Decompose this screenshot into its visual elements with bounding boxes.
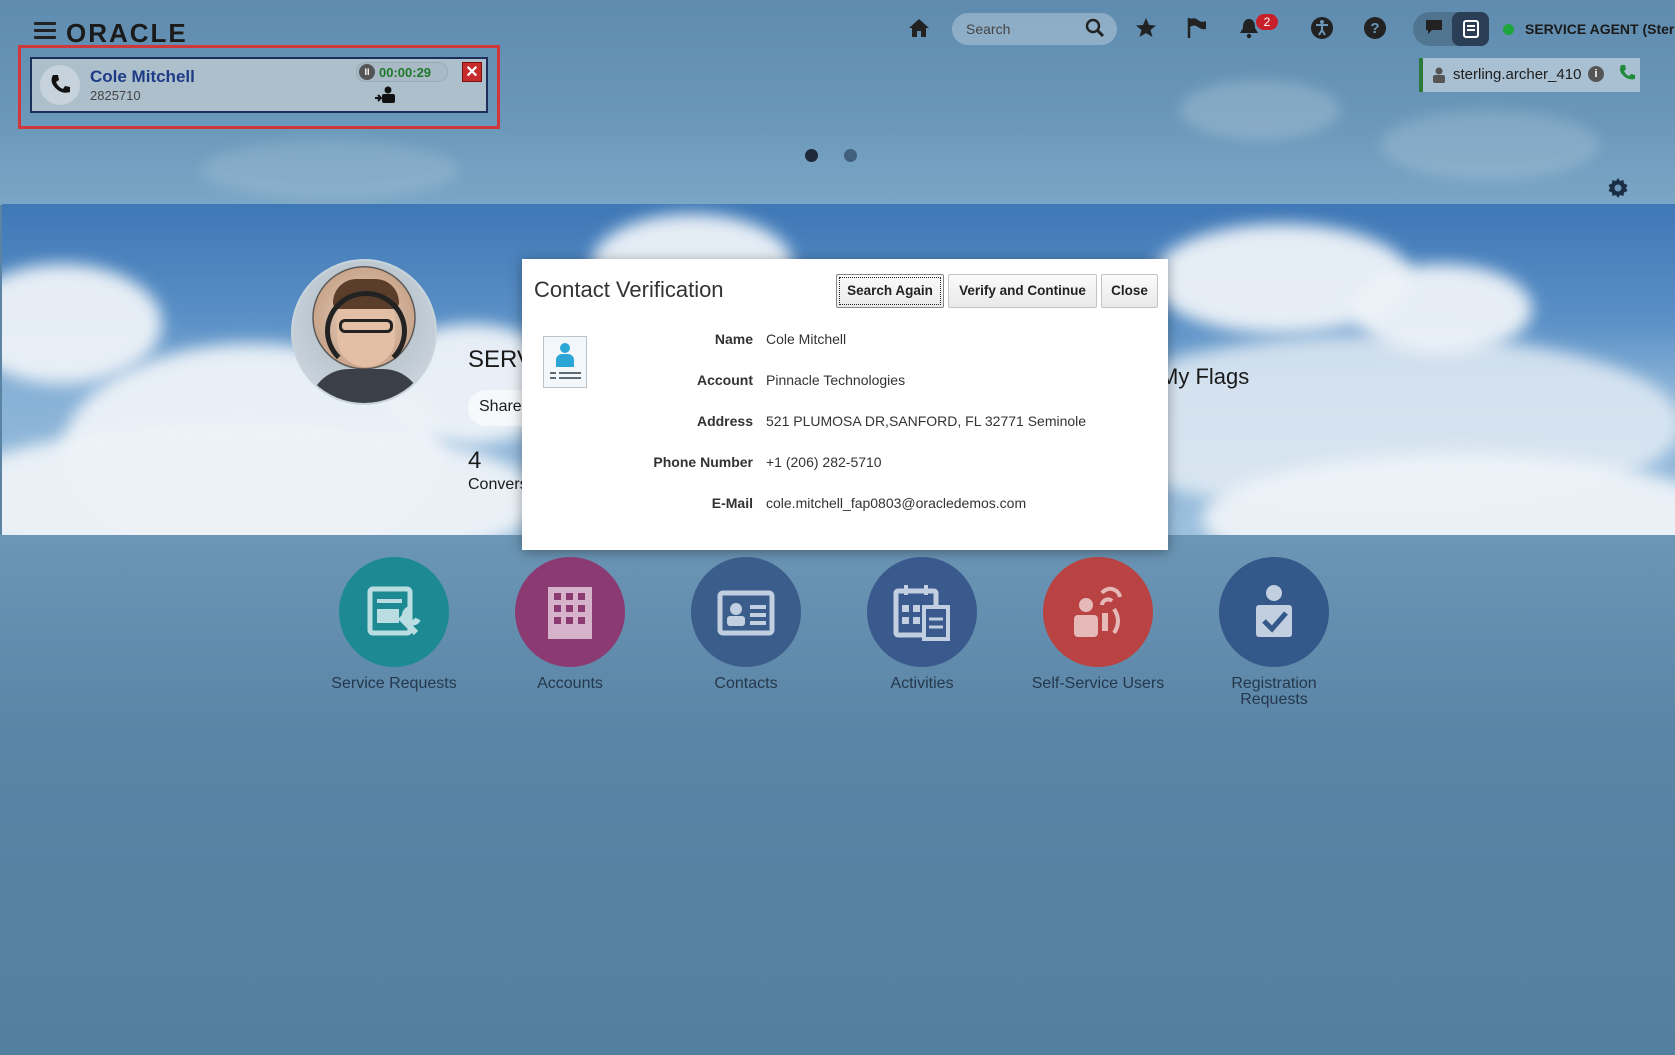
search-placeholder: Search [966, 21, 1011, 37]
field-row-name: Name Cole Mitchell [522, 331, 1168, 351]
phone-icon[interactable] [1617, 63, 1637, 88]
field-value: cole.mitchell_fap0803@oracledemos.com [766, 495, 1027, 511]
tile-circle[interactable] [1043, 557, 1153, 667]
tile-label: Accounts [537, 675, 603, 692]
close-button[interactable]: Close [1101, 274, 1158, 308]
tile-label: Self-Service Users [1031, 675, 1165, 692]
calendar-clipboard-icon [893, 585, 950, 641]
field-value: Cole Mitchell [766, 331, 847, 347]
agent-avatar [291, 259, 437, 405]
hamburger-icon[interactable] [34, 22, 56, 40]
agent-username: sterling.archer_410 [1453, 66, 1582, 83]
timer-value: 00:00:29 [379, 65, 432, 80]
my-flags-title: My Flags [1160, 364, 1250, 389]
person-icon [1433, 67, 1445, 87]
gear-icon[interactable] [1607, 177, 1629, 205]
field-row-account: Account Pinnacle Technologies [522, 372, 1168, 392]
online-status-dot [1503, 24, 1514, 35]
question-icon[interactable]: ? [1362, 16, 1388, 42]
star-icon[interactable] [1133, 16, 1159, 42]
tile-label: Activities [890, 675, 954, 692]
tile-circle[interactable] [691, 557, 801, 667]
search-again-button[interactable]: Search Again [836, 274, 944, 308]
users-chat-icon [1074, 586, 1122, 637]
field-label: Phone Number [653, 454, 753, 470]
caller-name[interactable]: Cole Mitchell [90, 67, 195, 87]
field-label: E-Mail [711, 495, 753, 511]
field-label: Address [696, 413, 753, 429]
svg-text:?: ? [1370, 20, 1379, 37]
accessibility-icon[interactable] [1309, 16, 1335, 42]
tile-circle[interactable] [867, 557, 977, 667]
conversation-count-label: Convers [468, 476, 528, 493]
tile-accounts[interactable]: Accounts [495, 557, 645, 692]
field-row-address: Address 521 PLUMOSA DR,SANFORD, FL 32771… [522, 413, 1168, 433]
call-timer: II 00:00:29 [356, 62, 448, 82]
info-icon[interactable]: i [1588, 66, 1604, 82]
active-call-card[interactable]: Cole Mitchell 2825710 II 00:00:29 ✕ [30, 57, 488, 113]
verify-and-continue-button[interactable]: Verify and Continue [948, 274, 1097, 308]
carousel-dot-1[interactable] [805, 149, 818, 162]
contact-verification-dialog: Contact Verification Search Again Verify… [522, 259, 1168, 550]
field-row-phone: Phone Number +1 (206) 282-5710 [522, 454, 1168, 474]
tile-label: Service Requests [331, 675, 457, 692]
tile-circle[interactable] [339, 557, 449, 667]
wrench-form-icon [367, 586, 421, 636]
chat-bubble-icon[interactable] [1421, 16, 1447, 42]
conversation-count: 4 [468, 447, 482, 474]
tile-label: Contacts [714, 675, 778, 692]
agent-status-label[interactable]: SERVICE AGENT (Ster [1525, 21, 1675, 37]
field-label: Name [714, 331, 753, 347]
tile-circle[interactable] [1219, 557, 1329, 667]
pause-icon[interactable]: II [359, 64, 375, 80]
panel-icon[interactable] [1452, 12, 1489, 46]
magnifier-icon[interactable] [1085, 18, 1105, 44]
tile-registration-requests[interactable]: Registration Requests [1199, 557, 1349, 708]
search-input[interactable]: Search [952, 13, 1117, 45]
end-call-close-icon[interactable]: ✕ [462, 62, 482, 82]
tile-label: Registration Requests [1231, 675, 1317, 708]
flag-icon[interactable] [1184, 16, 1210, 42]
field-value: Pinnacle Technologies [766, 372, 906, 388]
transfer-icon[interactable] [374, 86, 396, 109]
phone-handset-icon [40, 65, 80, 105]
contact-card-icon [717, 590, 775, 636]
content-background [0, 535, 1675, 1055]
home-icon[interactable] [906, 16, 932, 42]
field-value: +1 (206) 282-5710 [766, 454, 882, 470]
dialog-title: Contact Verification [534, 277, 724, 302]
field-value: 521 PLUMOSA DR,SANFORD, FL 32771 Seminol… [766, 413, 1087, 429]
tile-activities[interactable]: Activities [847, 557, 997, 692]
notification-badge: 2 [1256, 14, 1278, 30]
carousel-dot-2[interactable] [844, 149, 857, 162]
tile-contacts[interactable]: Contacts [671, 557, 821, 692]
tile-self-service-users[interactable]: Self-Service Users [1023, 557, 1173, 692]
caller-number: 2825710 [90, 88, 141, 103]
field-label: Account [697, 372, 753, 388]
agent-chip[interactable]: sterling.archer_410 i [1419, 58, 1640, 92]
field-row-email: E-Mail cole.mitchell_fap0803@oracledemos… [522, 495, 1168, 515]
user-check-icon [1256, 585, 1292, 637]
tile-service-requests[interactable]: Service Requests [319, 557, 469, 692]
tile-circle[interactable] [515, 557, 625, 667]
building-icon [548, 587, 592, 639]
